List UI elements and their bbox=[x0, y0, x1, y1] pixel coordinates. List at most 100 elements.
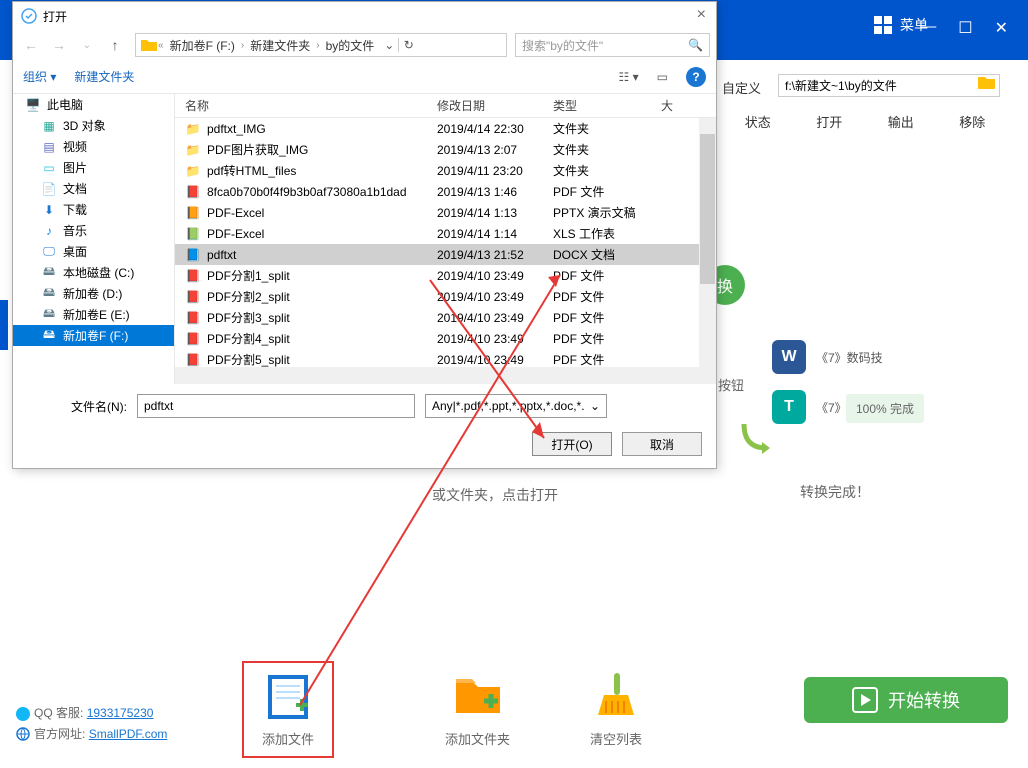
file-name: PDF分割1_split bbox=[207, 267, 290, 284]
search-input[interactable]: 搜索"by的文件" 🔍 bbox=[515, 33, 710, 57]
file-date: 2019/4/14 22:30 bbox=[437, 122, 553, 136]
clear-label: 清空列表 bbox=[590, 729, 642, 748]
tree-item[interactable]: 🖴新加卷E (E:) bbox=[13, 304, 174, 325]
disk-icon: 🖴 bbox=[41, 308, 57, 322]
dialog-close-button[interactable]: × bbox=[697, 6, 706, 24]
site-link[interactable]: SmallPDF.com bbox=[89, 727, 168, 741]
organize-button[interactable]: 组织 ▾ bbox=[23, 68, 56, 85]
file-type: PDF 文件 bbox=[553, 267, 661, 284]
nav-up-button[interactable]: ↑ bbox=[103, 33, 127, 57]
dialog-toolbar: 组织 ▾ 新建文件夹 ☷ ▾ ▭ ? bbox=[13, 60, 716, 94]
tree-item[interactable]: 🖴新加卷F (F:) bbox=[13, 325, 174, 346]
view-mode-button[interactable]: ☷ ▾ bbox=[619, 70, 639, 84]
tree-item[interactable]: 🖵 桌面 bbox=[13, 241, 174, 262]
refresh-button[interactable]: ↻ bbox=[398, 38, 418, 52]
tree-item[interactable]: 🖥️此电脑 bbox=[13, 94, 174, 115]
nav-tree[interactable]: 🖥️此电脑▦3D 对象▤视频▭图片📄文档⬇下载♪音乐🖵桌面🖴本地磁盘 (C:)🖴… bbox=[13, 94, 175, 384]
header-size[interactable]: 大 bbox=[661, 97, 681, 114]
folder-icon bbox=[140, 37, 158, 53]
scrollbar-v[interactable] bbox=[699, 118, 716, 384]
add-folder-button[interactable]: 添加文件夹 bbox=[445, 669, 510, 748]
tree-label: 新加卷 (D:) bbox=[63, 285, 122, 302]
clear-list-button[interactable]: 清空列表 bbox=[590, 669, 642, 748]
file-name: pdftxt bbox=[207, 248, 236, 262]
tree-label: 音乐 bbox=[63, 222, 87, 239]
file-type: PPTX 演示文稿 bbox=[553, 204, 661, 221]
pdf-icon: 📕 bbox=[185, 268, 201, 283]
doc-icon: 📄 bbox=[41, 182, 57, 196]
tree-item[interactable]: 🖴本地磁盘 (C:) bbox=[13, 262, 174, 283]
file-row[interactable]: 📙PDF-Excel2019/4/14 1:13PPTX 演示文稿 bbox=[175, 202, 716, 223]
desk-icon: 🖵 bbox=[41, 245, 57, 259]
file-row[interactable]: 📁pdf转HTML_files2019/4/11 23:20文件夹 bbox=[175, 160, 716, 181]
tree-item[interactable]: ▦3D 对象 bbox=[13, 115, 174, 136]
qq-link[interactable]: 1933175230 bbox=[87, 706, 154, 720]
new-folder-button[interactable]: 新建文件夹 bbox=[74, 68, 134, 85]
pc-icon: 🖥️ bbox=[25, 98, 41, 112]
scrollbar-h[interactable] bbox=[175, 367, 699, 384]
filetype-filter[interactable]: Any|*.pdf,*.ppt,*.pptx,*.doc,*.⌄ bbox=[425, 394, 607, 418]
header-type[interactable]: 类型 bbox=[553, 97, 661, 114]
tree-item[interactable]: ▤视频 bbox=[13, 136, 174, 157]
click-button-hint: 按钮 bbox=[718, 375, 744, 394]
add-folder-icon bbox=[452, 669, 504, 721]
tree-label: 视频 bbox=[63, 138, 87, 155]
file-row[interactable]: 📕PDF分割2_split2019/4/10 23:49PDF 文件 bbox=[175, 286, 716, 307]
file-row[interactable]: 📗PDF-Excel2019/4/14 1:14XLS 工作表 bbox=[175, 223, 716, 244]
file-list[interactable]: 名称 修改日期 类型 大 📁pdftxt_IMG2019/4/14 22:30文… bbox=[175, 94, 716, 384]
convert-done-text: 转换完成！ bbox=[800, 482, 870, 502]
drop-hint-text: 或文件夹，点击打开 bbox=[432, 485, 558, 505]
nav-back-button[interactable]: ← bbox=[19, 33, 43, 57]
file-row[interactable]: 📕PDF分割1_split2019/4/10 23:49PDF 文件 bbox=[175, 265, 716, 286]
output-path-input[interactable] bbox=[778, 74, 1000, 97]
file-row[interactable]: 📕PDF分割3_split2019/4/10 23:49PDF 文件 bbox=[175, 307, 716, 328]
header-name[interactable]: 名称 bbox=[175, 97, 437, 114]
col-output: 输出 bbox=[865, 112, 937, 131]
close-button[interactable]: ✕ bbox=[995, 18, 1008, 38]
tree-item[interactable]: 🖴新加卷 (D:) bbox=[13, 283, 174, 304]
start-label: 开始转换 bbox=[888, 687, 960, 713]
preview-pane-button[interactable]: ▭ bbox=[657, 70, 668, 84]
help-button[interactable]: ? bbox=[686, 67, 706, 87]
folder-icon[interactable] bbox=[978, 74, 996, 90]
pdf-icon: 📕 bbox=[185, 331, 201, 346]
open-button[interactable]: 打开(O) bbox=[532, 432, 612, 456]
cancel-button[interactable]: 取消 bbox=[622, 432, 702, 456]
breadcrumb-seg-1[interactable]: 新建文件夹 bbox=[244, 37, 316, 54]
dialog-title: 打开 bbox=[43, 8, 67, 25]
custom-label: 自定义 bbox=[722, 78, 761, 97]
breadcrumb-seg-0[interactable]: 新加卷F (F:) bbox=[164, 37, 241, 54]
pdf-icon: 📕 bbox=[185, 289, 201, 304]
tree-label: 桌面 bbox=[63, 243, 87, 260]
file-type: PDF 文件 bbox=[553, 309, 661, 326]
tree-item[interactable]: ▭图片 bbox=[13, 157, 174, 178]
nav-forward-button[interactable]: → bbox=[47, 33, 71, 57]
tree-item[interactable]: ♪音乐 bbox=[13, 220, 174, 241]
file-row[interactable]: 📘pdftxt2019/4/13 21:52DOCX 文档 bbox=[175, 244, 716, 265]
play-icon bbox=[852, 687, 878, 713]
folder-icon: 📁 bbox=[185, 121, 201, 136]
breadcrumb-seg-2[interactable]: by的文件 bbox=[320, 37, 381, 54]
file-row[interactable]: 📁pdftxt_IMG2019/4/14 22:30文件夹 bbox=[175, 118, 716, 139]
doc-badges: W 《7》数码技 T 《7》 bbox=[772, 340, 883, 440]
file-row[interactable]: 📁PDF图片获取_IMG2019/4/13 2:07文件夹 bbox=[175, 139, 716, 160]
nav-recent-button[interactable]: ⌄ bbox=[75, 33, 99, 57]
breadcrumb[interactable]: « 新加卷F (F:) › 新建文件夹 › by的文件 ⌄ ↻ bbox=[135, 33, 507, 57]
start-convert-button[interactable]: 开始转换 bbox=[804, 677, 1008, 723]
breadcrumb-dropdown[interactable]: ⌄ bbox=[380, 38, 398, 52]
minimize-button[interactable]: — bbox=[920, 18, 936, 38]
folder-icon: 📁 bbox=[185, 142, 201, 157]
file-type: XLS 工作表 bbox=[553, 225, 661, 242]
filename-input[interactable] bbox=[137, 394, 415, 418]
tree-item[interactable]: 📄文档 bbox=[13, 178, 174, 199]
maximize-button[interactable]: ☐ bbox=[958, 18, 972, 38]
file-type: PDF 文件 bbox=[553, 183, 661, 200]
tree-item[interactable]: ⬇下载 bbox=[13, 199, 174, 220]
scrollbar-thumb[interactable] bbox=[700, 134, 715, 284]
file-date: 2019/4/14 1:14 bbox=[437, 227, 553, 241]
file-row[interactable]: 📕8fca0b70b0f4f9b3b0af73080a1b1dad2019/4/… bbox=[175, 181, 716, 202]
tree-label: 3D 对象 bbox=[63, 117, 106, 134]
header-date[interactable]: 修改日期 bbox=[437, 97, 553, 114]
file-row[interactable]: 📕PDF分割4_split2019/4/10 23:49PDF 文件 bbox=[175, 328, 716, 349]
file-date: 2019/4/10 23:49 bbox=[437, 332, 553, 346]
